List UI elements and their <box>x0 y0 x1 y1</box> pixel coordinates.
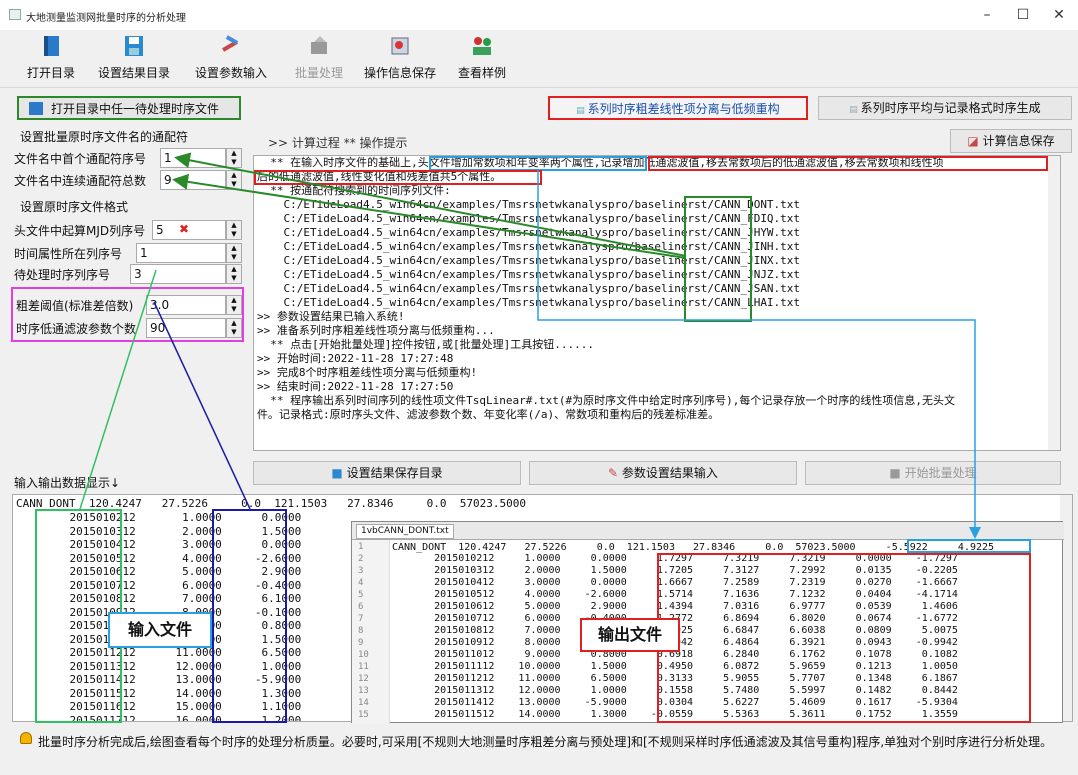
status-bar: 批量时序分析完成后,绘图查看每个时序的处理分析质量。必要时,可采用[不规则大地测… <box>0 727 1078 775</box>
bell-icon <box>20 732 32 744</box>
arrow-wildcard-count <box>172 173 687 259</box>
status-text: 批量时序分析完成后,绘图查看每个时序的处理分析质量。必要时,可采用[不规则大地测… <box>38 735 1053 749</box>
arrow-linear-attrs <box>537 170 981 539</box>
arrow-wildcard-first <box>174 152 687 257</box>
arrow-value-column <box>153 301 251 510</box>
arrow-time-column <box>79 269 157 510</box>
annotation-arrows <box>79 152 981 539</box>
